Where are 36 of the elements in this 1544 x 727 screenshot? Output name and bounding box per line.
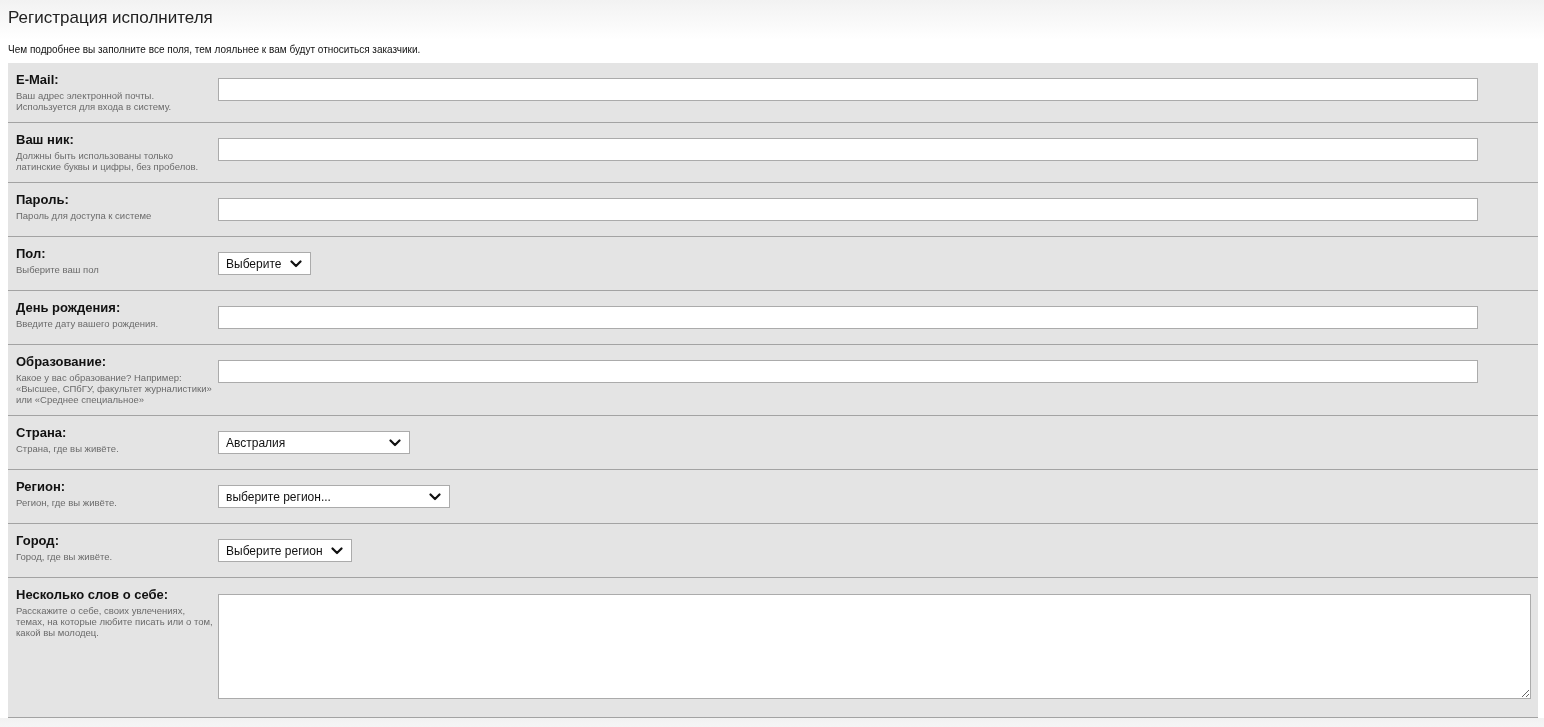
page-title: Регистрация исполнителя <box>8 7 213 29</box>
field-label: Несколько слов о себе: <box>16 587 169 603</box>
field-hint: Пароль для доступа к системе <box>16 210 152 221</box>
chevron-down-icon <box>389 438 401 447</box>
field-hint: Должны быть использованы только латинские буквы и цифры, без пробелов. <box>16 150 199 172</box>
field-hint: Введите дату вашего рождения. <box>16 318 159 329</box>
field-label: Ваш ник: <box>16 132 74 148</box>
dropdown[interactable]: Выберите регион <box>218 539 352 562</box>
field-label: E-Mail: <box>16 72 59 88</box>
field-hint: Ваш адрес электронной почты. Используется для входа в систему. <box>16 90 172 112</box>
chevron-down-icon <box>331 546 343 555</box>
input-field[interactable] <box>218 360 1478 383</box>
field-hint: Регион, где вы живёте. <box>16 497 117 508</box>
input-field[interactable] <box>218 198 1478 221</box>
input-field[interactable] <box>218 78 1478 101</box>
field-label: Страна: <box>16 425 67 441</box>
input-field[interactable] <box>218 138 1478 161</box>
field-hint: Страна, где вы живёте. <box>16 443 119 454</box>
dropdown[interactable]: выберите регион... <box>218 485 450 508</box>
field-label: Пароль: <box>16 192 69 208</box>
field-label: Пол: <box>16 246 46 262</box>
field-label: Образование: <box>16 354 106 370</box>
field-hint: Выберите ваш пол <box>16 264 99 275</box>
field-hint: Какое у вас образование? Например: «Высшее, СПбГУ, факультет журналистики» или «Среднее специальное» <box>16 372 212 405</box>
field-label: День рождения: <box>16 300 121 316</box>
input-field[interactable] <box>218 306 1478 329</box>
field-label: Регион: <box>16 479 66 495</box>
field-label: Город: <box>16 533 59 549</box>
dropdown[interactable]: Выберите <box>218 252 311 275</box>
text-area[interactable] <box>218 594 1531 699</box>
intro-text: Чем подробнее вы заполните все поля, тем лояльнее к вам будут относиться заказчики. <box>8 44 421 56</box>
dropdown[interactable]: Австралия <box>218 431 410 454</box>
field-hint: Расскажите о себе, своих увлечениях, темах, на которые любите писать или о том, какой вы молодец. <box>16 605 213 638</box>
chevron-down-icon <box>429 492 441 501</box>
field-hint: Город, где вы живёте. <box>16 551 113 562</box>
chevron-down-icon <box>290 259 302 268</box>
